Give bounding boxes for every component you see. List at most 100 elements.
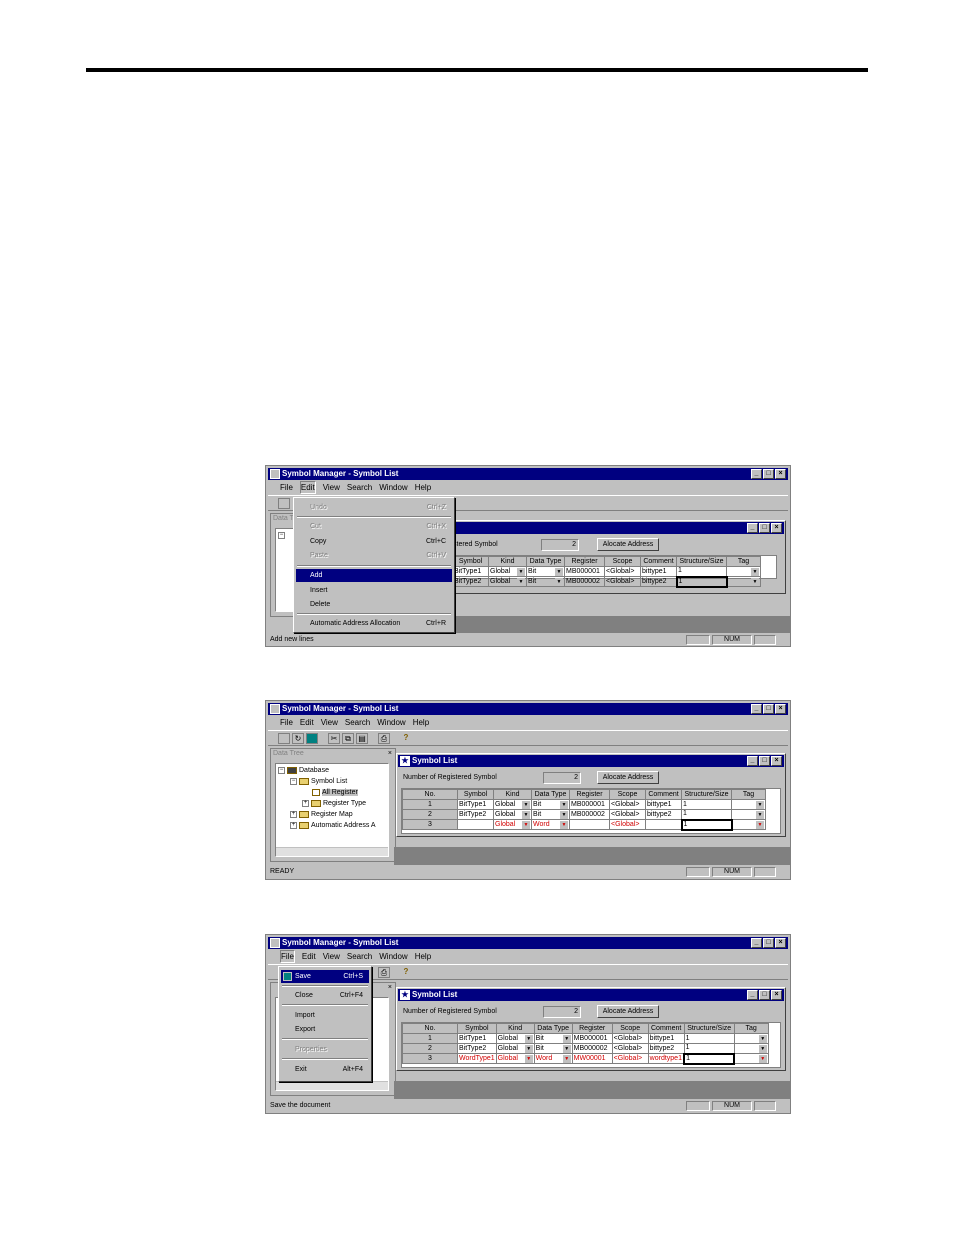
menu-item-delete[interactable]: Delete xyxy=(296,598,452,611)
menu-window[interactable]: Window xyxy=(379,950,407,963)
column-header[interactable]: Kind xyxy=(495,1023,535,1034)
table-cell-size[interactable]: 1 xyxy=(681,799,732,810)
help-icon[interactable]: ? xyxy=(400,967,412,978)
menu-item-copy[interactable]: Copy Ctrl+C xyxy=(296,535,452,548)
tree-node-register-map[interactable]: + Register Map xyxy=(290,810,353,819)
column-header[interactable]: No. xyxy=(402,789,458,800)
menu-item-insert[interactable]: Insert xyxy=(296,584,452,597)
menu-item-export[interactable]: Export xyxy=(281,1023,369,1036)
column-header[interactable]: Data Type xyxy=(533,1023,573,1034)
table-cell-dtype[interactable]: Bit ▼ xyxy=(526,566,565,577)
column-header[interactable]: Kind xyxy=(488,556,527,567)
maximize-button[interactable]: □ xyxy=(763,469,774,479)
column-header[interactable]: Register xyxy=(564,556,605,567)
child-minimize-button[interactable]: _ xyxy=(747,990,758,1000)
column-header[interactable]: Register xyxy=(569,789,610,800)
table-cell-symbol[interactable]: WordType1 xyxy=(457,1053,497,1064)
close-button[interactable]: × xyxy=(775,469,786,479)
table-cell-comment[interactable]: bittype2 xyxy=(640,576,677,587)
close-button[interactable]: × xyxy=(775,704,786,714)
tree-node-database[interactable]: − Database xyxy=(278,766,329,775)
close-button[interactable]: × xyxy=(775,938,786,948)
table-row[interactable]: 1 BitType1 Global ▼ Bit ▼ MB000001 <Global> bitt… xyxy=(402,799,766,810)
table-cell-register[interactable]: MB000001 xyxy=(569,799,610,810)
table-cell-register[interactable]: MB000001 xyxy=(571,1033,613,1044)
column-header[interactable]: Tag xyxy=(733,1023,769,1034)
column-header[interactable]: Structure/Size xyxy=(683,1023,735,1034)
menu-search[interactable]: Search xyxy=(347,481,372,494)
menu-help[interactable]: Help xyxy=(415,481,431,494)
table-cell-scope[interactable]: <Global> xyxy=(609,809,646,820)
table-cell-tag[interactable]: ▼ xyxy=(726,566,761,577)
chevron-down-icon[interactable]: ▼ xyxy=(756,810,764,819)
table-cell-scope[interactable]: <Global> xyxy=(604,566,641,577)
table-cell-dtype[interactable]: Bit ▼ xyxy=(531,799,570,810)
table-row[interactable]: BitType2 Global ▼ Bit ▼ MB000002 <Global> bitty… xyxy=(452,575,761,588)
table-cell-size[interactable]: 1 xyxy=(683,1043,735,1054)
tree-node-symbol-list[interactable]: − Symbol List xyxy=(290,777,347,786)
allocate-address-button[interactable]: Alocate Address xyxy=(597,538,659,551)
column-header[interactable]: Structure/Size xyxy=(681,789,732,800)
table-cell-dtype[interactable]: Bit ▼ xyxy=(533,1033,573,1044)
menu-file[interactable]: File xyxy=(280,950,295,963)
maximize-button[interactable]: □ xyxy=(763,938,774,948)
table-cell-symbol[interactable]: BitType2 xyxy=(457,1043,497,1054)
column-header[interactable]: Scope xyxy=(604,556,641,567)
table-cell-comment[interactable]: bittype1 xyxy=(645,799,682,810)
child-close-button[interactable]: × xyxy=(771,990,782,1000)
table-cell-size[interactable]: 1 xyxy=(680,818,733,831)
table-cell-scope[interactable]: <Global> xyxy=(604,576,641,587)
table-cell-comment[interactable] xyxy=(645,819,682,830)
chevron-down-icon[interactable]: ▼ xyxy=(560,810,568,819)
collapse-icon[interactable]: − xyxy=(278,531,285,539)
chevron-down-icon[interactable]: ▼ xyxy=(522,800,530,809)
minimize-button[interactable]: _ xyxy=(751,469,762,479)
chevron-down-icon[interactable]: ▼ xyxy=(522,820,530,829)
column-header[interactable]: Structure/Size xyxy=(676,556,727,567)
save-icon[interactable] xyxy=(306,733,318,744)
copy-icon[interactable]: ⧉ xyxy=(342,733,354,744)
table-cell-symbol[interactable]: BitType2 xyxy=(457,809,494,820)
column-header[interactable]: Register xyxy=(571,1023,613,1034)
table-cell-dtype[interactable]: Word ▼ xyxy=(533,1053,573,1064)
menu-item-import[interactable]: Import xyxy=(281,1009,369,1022)
table-cell-tag[interactable]: ▼ xyxy=(731,819,766,830)
menu-window[interactable]: Window xyxy=(379,481,407,494)
chevron-down-icon[interactable]: ▼ xyxy=(560,800,568,809)
table-cell-scope[interactable]: <Global> xyxy=(609,819,646,830)
table-row[interactable]: 3 Global ▼ Word ▼ <Global> 1 ▼ xyxy=(402,818,766,831)
column-header[interactable]: Data Type xyxy=(531,789,570,800)
table-cell-dtype[interactable]: Bit ▼ xyxy=(531,809,570,820)
table-row[interactable]: 3 WordType1 Global ▼ Word ▼ MW00001 <Global> wor… xyxy=(402,1052,769,1065)
maximize-button[interactable]: □ xyxy=(763,704,774,714)
allocate-address-button[interactable]: Alocate Address xyxy=(597,771,659,784)
table-cell-tag[interactable]: ▼ xyxy=(726,576,761,587)
table-cell-symbol[interactable]: BitType1 xyxy=(457,1033,497,1044)
chevron-down-icon[interactable]: ▼ xyxy=(758,1044,767,1053)
table-cell-symbol[interactable]: BitType2 xyxy=(452,576,489,587)
table-cell-scope[interactable]: <Global> xyxy=(611,1043,649,1054)
column-header[interactable]: Comment xyxy=(640,556,677,567)
help-icon[interactable]: ? xyxy=(400,733,412,744)
table-row[interactable]: 2 BitType2 Global ▼ Bit ▼ MB000002 <Global> bitt… xyxy=(402,809,766,820)
table-cell-kind[interactable]: Global ▼ xyxy=(493,799,532,810)
close-pane-icon[interactable]: × xyxy=(388,983,392,993)
menu-help[interactable]: Help xyxy=(413,716,429,729)
table-cell-symbol[interactable]: BitType1 xyxy=(452,566,489,577)
table-cell-comment[interactable]: bittype1 xyxy=(647,1033,685,1044)
table-cell-dtype[interactable]: Bit ▼ xyxy=(533,1043,573,1054)
chevron-down-icon[interactable]: ▼ xyxy=(756,800,764,809)
column-header[interactable]: Symbol xyxy=(457,789,494,800)
chevron-down-icon[interactable]: ▼ xyxy=(562,1044,571,1053)
menu-search[interactable]: Search xyxy=(347,950,372,963)
column-header[interactable]: Kind xyxy=(493,789,532,800)
table-cell-comment[interactable]: wordtype1 xyxy=(647,1053,685,1064)
column-header[interactable]: Scope xyxy=(611,1023,649,1034)
chevron-down-icon[interactable]: ▼ xyxy=(517,567,525,576)
tree-scrollbar[interactable] xyxy=(276,1081,388,1090)
column-header[interactable]: Symbol xyxy=(452,556,489,567)
chevron-down-icon[interactable]: ▼ xyxy=(524,1054,533,1063)
table-cell-size[interactable]: 1 xyxy=(683,1052,736,1065)
table-cell-scope[interactable]: <Global> xyxy=(611,1053,649,1064)
chevron-down-icon[interactable]: ▼ xyxy=(751,577,759,586)
